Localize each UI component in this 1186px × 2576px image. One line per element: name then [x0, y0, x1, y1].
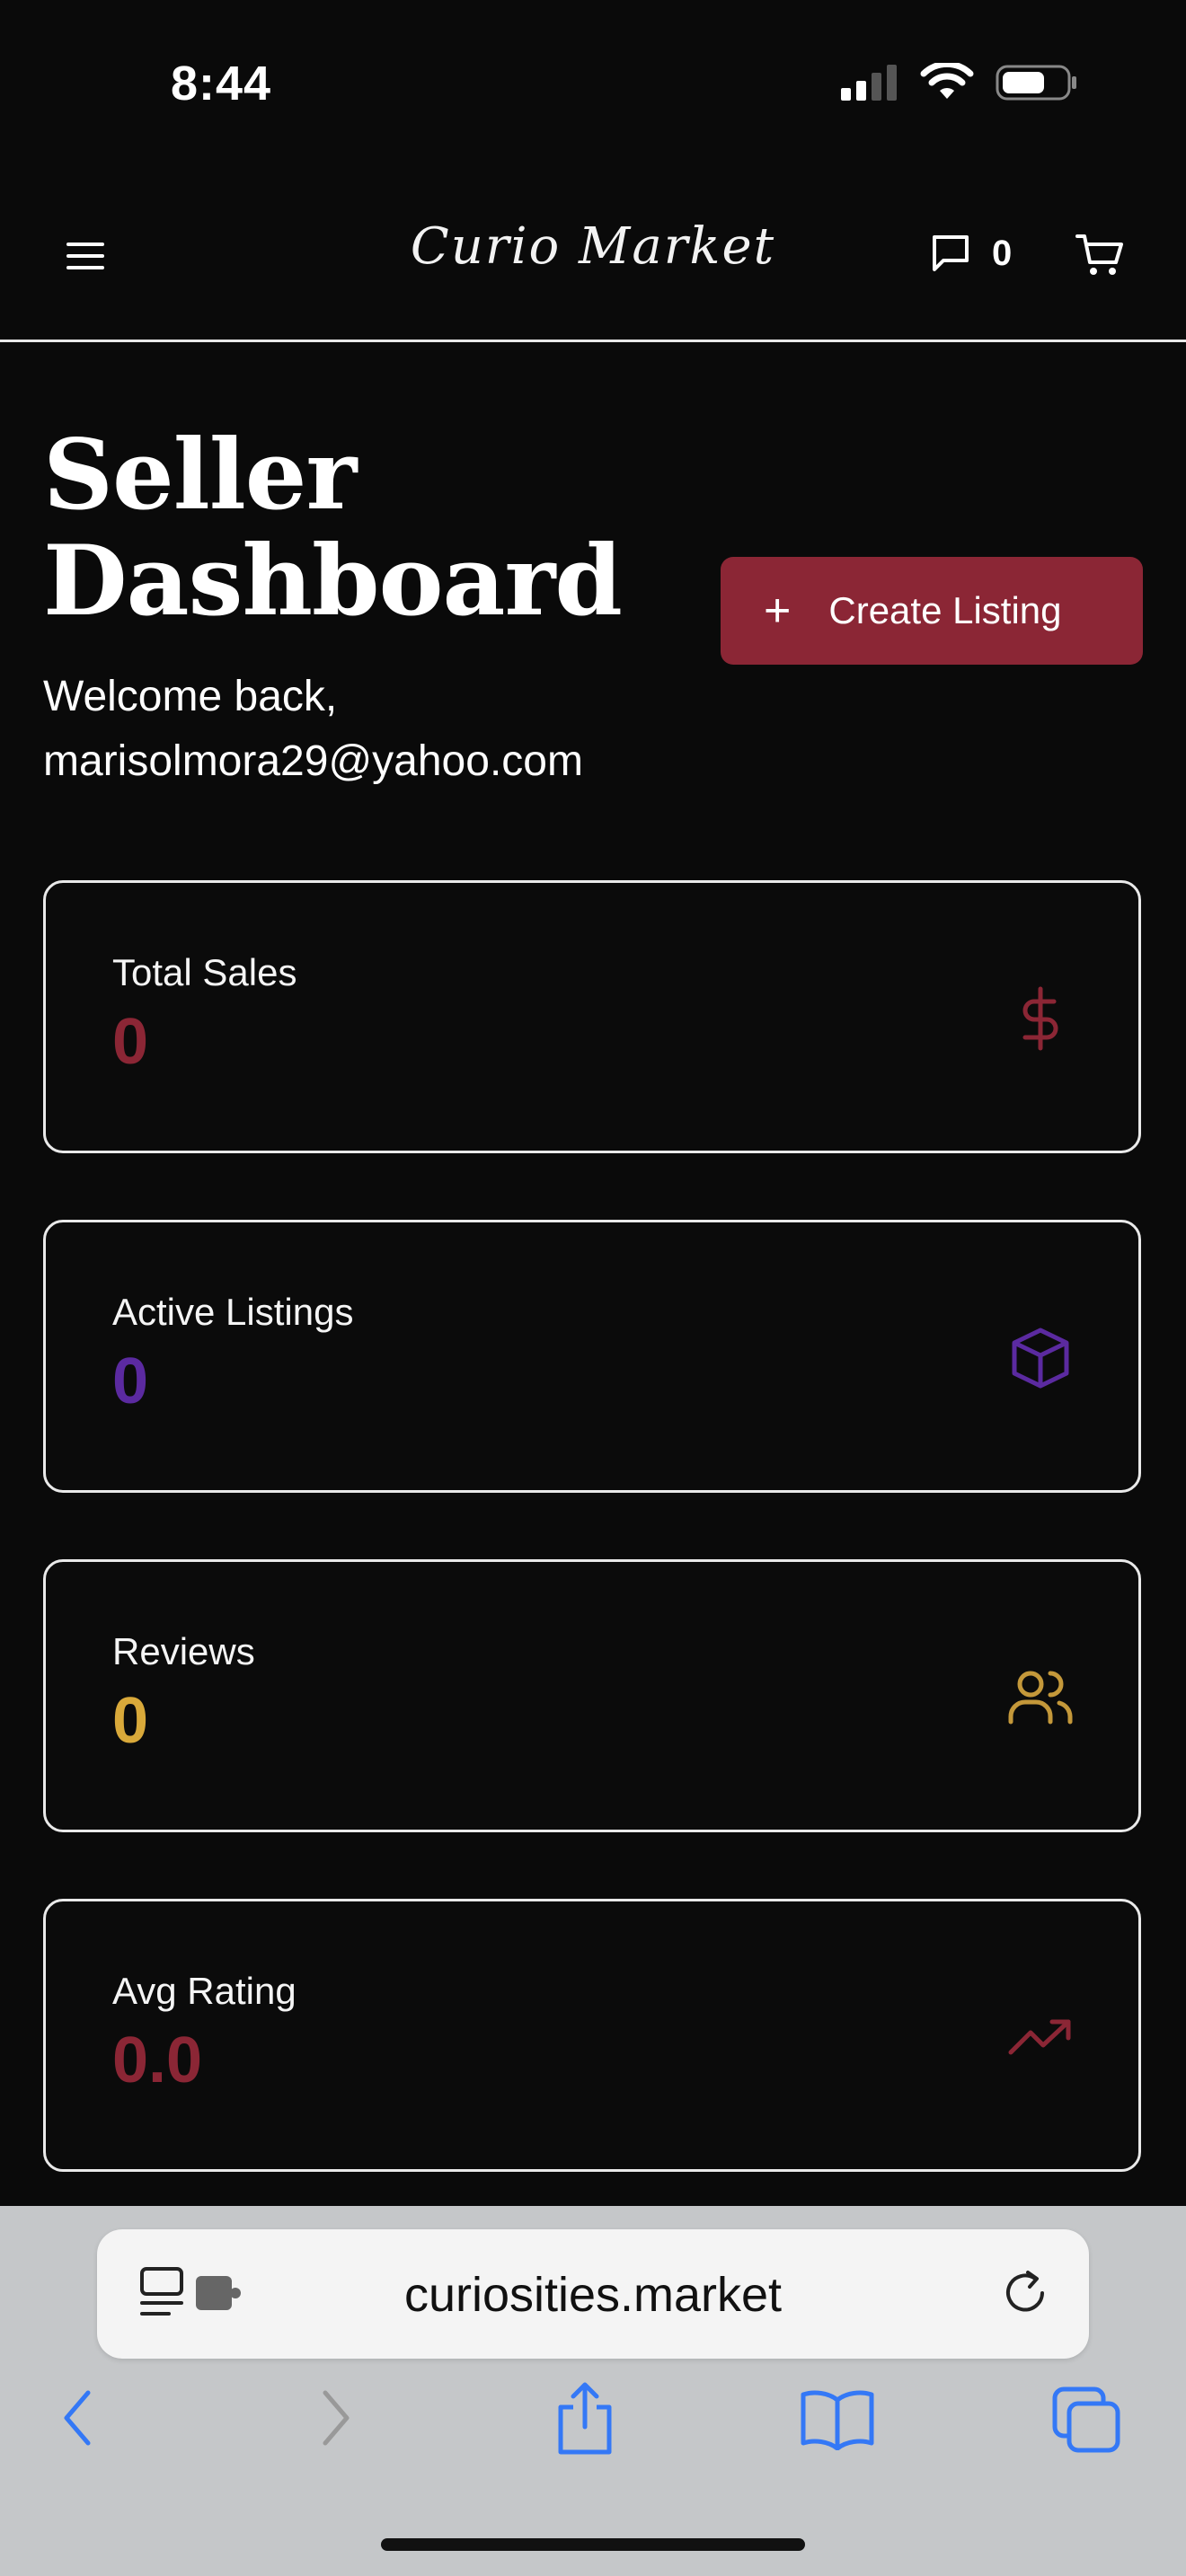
cart-icon[interactable]	[1075, 232, 1125, 278]
stat-value: 0	[112, 1345, 149, 1417]
status-bar: 8:44	[0, 0, 1186, 171]
plus-icon: +	[764, 585, 792, 637]
messages-count: 0	[992, 233, 1013, 273]
wifi-icon	[920, 63, 974, 99]
stat-label: Total Sales	[112, 951, 297, 993]
bookmarks-icon[interactable]	[800, 2386, 875, 2450]
reload-icon[interactable]	[997, 2265, 1053, 2321]
stat-label: Active Listings	[112, 1291, 354, 1333]
page-title-line1: Seller	[43, 419, 357, 532]
cellular-signal-icon	[841, 65, 897, 101]
stat-label: Avg Rating	[112, 1970, 296, 2012]
stat-card-active-listings: Active Listings 0	[43, 1220, 1141, 1493]
page-title-line2: Dashboard	[43, 525, 623, 638]
stat-value: 0	[112, 1685, 149, 1757]
forward-icon[interactable]	[316, 2386, 356, 2450]
package-icon	[1012, 1328, 1069, 1389]
tabs-icon[interactable]	[1051, 2386, 1123, 2454]
app-header: Curio Market 0	[0, 180, 1186, 342]
dollar-icon	[1022, 986, 1058, 1051]
stat-value: 0.0	[112, 2025, 203, 2096]
welcome-prefix: Welcome back,	[43, 673, 338, 720]
stat-card-avg-rating: Avg Rating 0.0	[43, 1899, 1141, 2172]
stat-card-reviews: Reviews 0	[43, 1559, 1141, 1832]
message-icon	[933, 235, 969, 271]
url-text[interactable]: curiosities.market	[97, 2267, 1089, 2323]
trending-up-icon	[1008, 2019, 1071, 2055]
battery-icon	[996, 65, 1076, 101]
create-listing-button[interactable]: + Create Listing	[721, 557, 1143, 665]
stat-card-total-sales: Total Sales 0	[43, 880, 1141, 1153]
stat-label: Reviews	[112, 1630, 255, 1672]
browser-nav	[0, 2382, 1186, 2484]
stat-value: 0	[112, 1006, 149, 1078]
messages-button[interactable]: 0	[929, 232, 1012, 275]
status-time: 8:44	[171, 57, 272, 110]
users-icon	[1008, 1671, 1073, 1725]
address-bar[interactable]: curiosities.market	[97, 2229, 1089, 2359]
welcome-message: Welcome back, marisolmora29@yahoo.com	[43, 665, 762, 794]
browser-toolbar: curiosities.market	[0, 2206, 1186, 2576]
page-title: Seller Dashboard	[43, 422, 672, 634]
status-icons	[839, 63, 1078, 102]
share-icon[interactable]	[553, 2380, 616, 2456]
create-listing-label: Create Listing	[828, 589, 1062, 631]
user-email: marisolmora29@yahoo.com	[43, 737, 583, 785]
home-indicator	[381, 2538, 805, 2551]
back-icon[interactable]	[58, 2386, 97, 2450]
